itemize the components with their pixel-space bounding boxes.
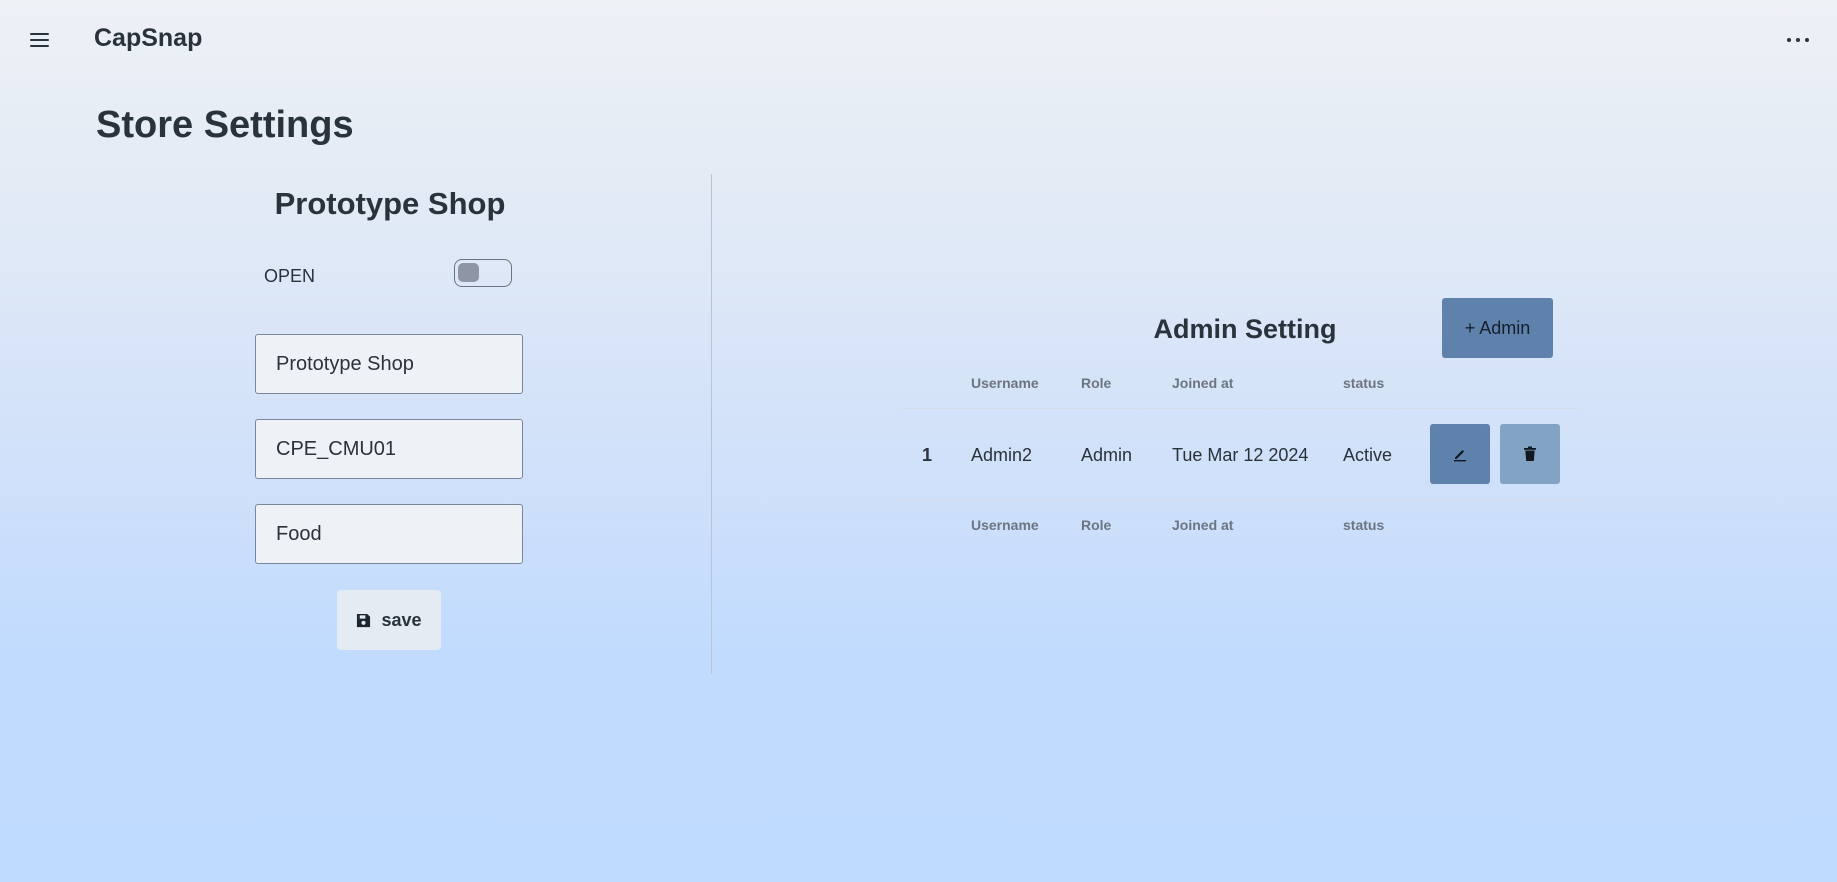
open-status-label: OPEN: [264, 266, 316, 286]
store-code-input[interactable]: [255, 419, 523, 479]
top-app-bar: CapSnap: [0, 0, 1837, 80]
column-header-status: status: [1343, 375, 1385, 391]
row-index: 1: [922, 445, 933, 465]
open-status-toggle[interactable]: [454, 259, 512, 287]
trash-icon: [1524, 446, 1536, 461]
column-footer-joined-at: Joined at: [1172, 517, 1234, 533]
header-divider: [900, 408, 1580, 409]
column-footer-username: Username: [971, 517, 1039, 533]
page-title: Store Settings: [96, 104, 354, 146]
row-divider: [900, 499, 1580, 500]
store-category-input[interactable]: [255, 504, 523, 564]
pencil-icon: [1454, 450, 1466, 462]
row-username: Admin2: [971, 445, 1033, 465]
more-options-icon[interactable]: [1781, 28, 1815, 52]
toggle-knob: [458, 263, 479, 282]
column-header-joined-at: Joined at: [1172, 375, 1234, 391]
admin-setting-heading: Admin Setting: [1153, 314, 1337, 344]
panel-divider: [711, 174, 712, 674]
row-status: Active: [1343, 445, 1393, 465]
save-button-label: save: [381, 609, 422, 630]
row-role: Admin: [1081, 445, 1133, 465]
column-footer-status: status: [1343, 517, 1385, 533]
store-name-input[interactable]: [255, 334, 523, 394]
delete-admin-button[interactable]: [1500, 424, 1560, 484]
add-admin-button[interactable]: + Admin: [1442, 298, 1553, 358]
row-joined-at: Tue Mar 12 2024: [1172, 445, 1309, 465]
column-header-role: Role: [1081, 375, 1112, 391]
floppy-disk-icon: [357, 613, 371, 627]
save-button[interactable]: save: [337, 590, 441, 650]
column-footer-role: Role: [1081, 517, 1112, 533]
edit-admin-button[interactable]: [1430, 424, 1490, 484]
store-name-heading: Prototype Shop: [274, 186, 506, 221]
column-header-username: Username: [971, 375, 1039, 391]
hamburger-menu-icon[interactable]: [22, 26, 56, 54]
app-title: CapSnap: [94, 24, 203, 52]
